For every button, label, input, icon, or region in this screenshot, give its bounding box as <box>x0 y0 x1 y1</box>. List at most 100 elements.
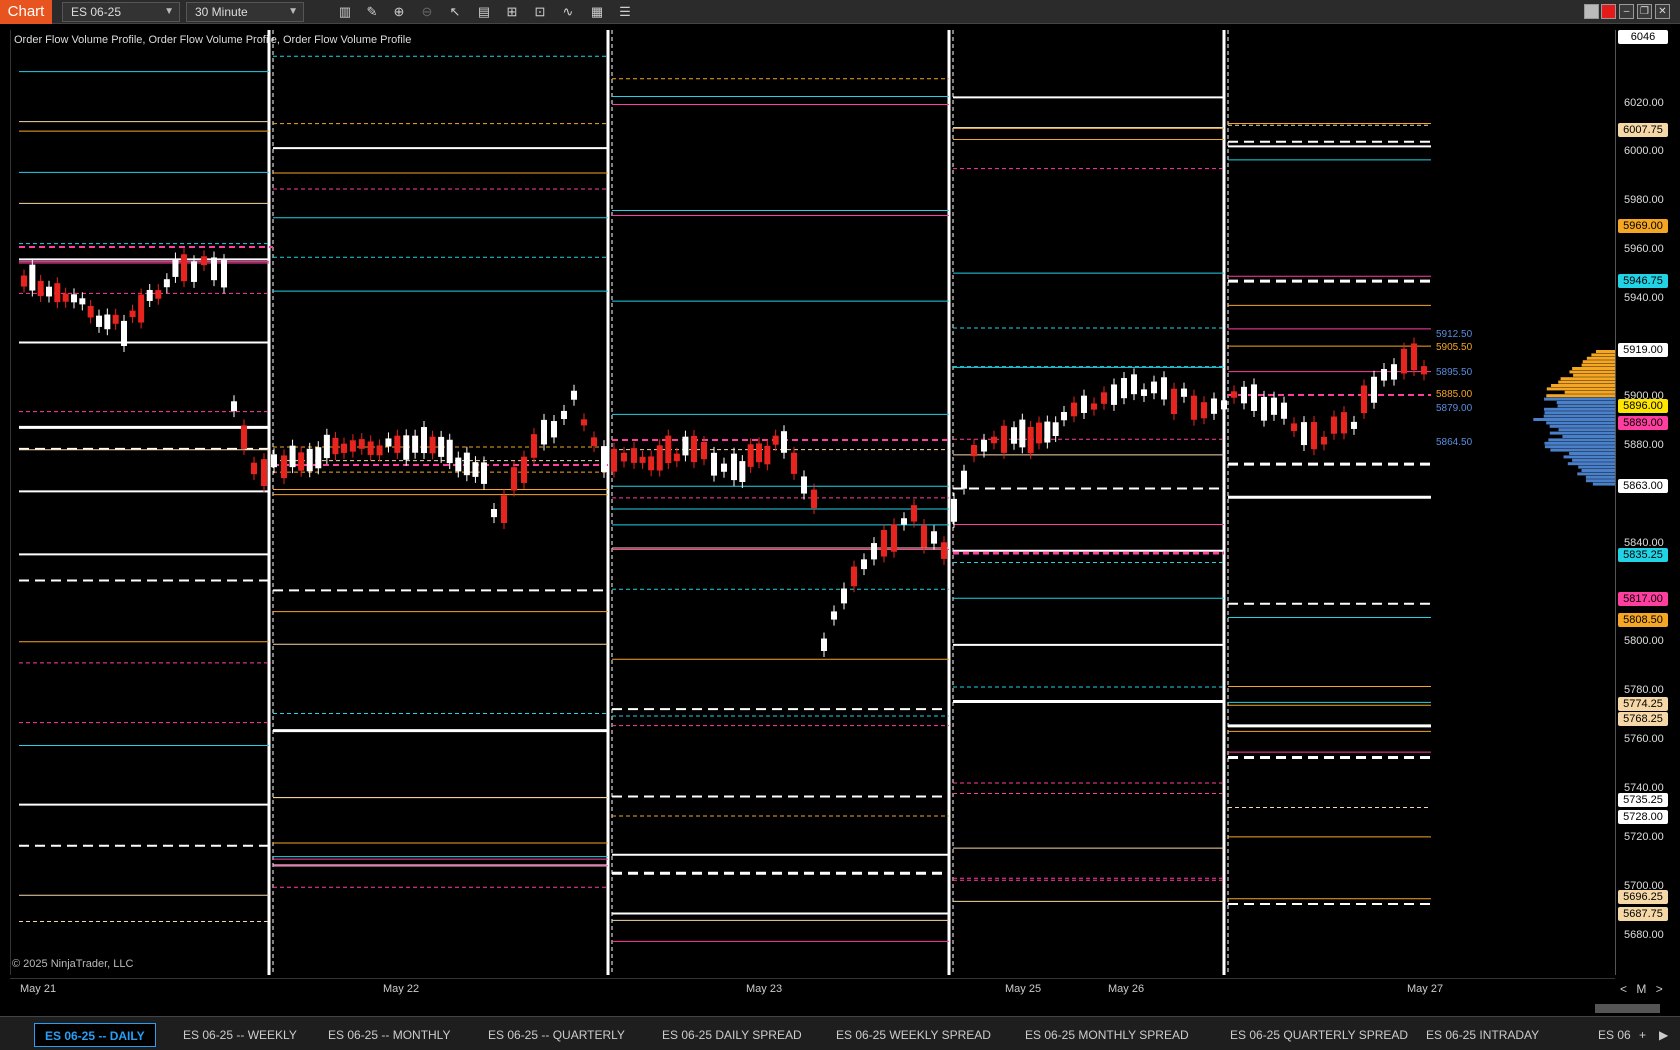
profile-bar <box>1562 435 1616 438</box>
candle-body <box>1261 396 1267 421</box>
link-color-icon[interactable] <box>1601 4 1616 19</box>
chart-plot-area[interactable]: 5912.50 5905.50 5895.50 5885.00 5879.00 5864.… <box>10 30 1616 975</box>
tab-quarterly-spread[interactable]: ES 06-25 QUARTERLY SPREAD <box>1220 1023 1418 1047</box>
profile-bar <box>1581 469 1616 472</box>
candle-body <box>1371 376 1377 403</box>
tab-scroll-right-icon[interactable]: ▶ <box>1655 1023 1672 1047</box>
pointer-icon[interactable]: ↖ <box>446 3 464 21</box>
close-icon[interactable]: ✕ <box>1655 4 1670 19</box>
candle-body <box>621 452 627 462</box>
candle-body <box>1331 416 1337 434</box>
candle-body <box>1011 427 1017 444</box>
candle-body <box>764 445 771 465</box>
candle-body <box>376 445 383 456</box>
candle-body <box>1411 343 1417 371</box>
tab-monthly-spread[interactable]: ES 06-25 MONTHLY SPREAD <box>1015 1023 1199 1047</box>
zoom-prev-button[interactable]: < <box>1620 982 1627 996</box>
candle-body <box>323 434 330 459</box>
candle-body <box>463 452 470 476</box>
price-tick: 6000.00 <box>1624 145 1664 157</box>
candle-body <box>1161 377 1167 400</box>
profile-bar <box>1585 475 1616 479</box>
zoom-controls: < M > <box>1620 982 1663 996</box>
candle-body <box>289 445 296 468</box>
price-badge: 5896.00 <box>1618 399 1668 413</box>
strategies-icon[interactable]: ▦ <box>588 3 606 21</box>
tab-weekly-spread[interactable]: ES 06-25 WEEKLY SPREAD <box>826 1023 1001 1047</box>
indicator-label: Order Flow Volume Profile, Order Flow Vo… <box>14 34 412 46</box>
indicators-icon[interactable]: ∿ <box>559 3 577 21</box>
candle-body <box>438 436 445 457</box>
candle-body <box>1281 402 1287 419</box>
tab-quarterly[interactable]: ES 06-25 -- QUARTERLY <box>478 1023 635 1047</box>
tab-intraday[interactable]: ES 06-25 INTRADAY <box>1416 1023 1549 1047</box>
zoom-in-icon[interactable]: ⊕ <box>390 3 408 21</box>
restore-icon[interactable] <box>1584 4 1599 19</box>
date-label: May 26 <box>1108 983 1145 995</box>
menu-list-icon[interactable]: ☰ <box>616 3 634 21</box>
profile-bar <box>1563 455 1616 459</box>
price-tick: 5720.00 <box>1624 831 1664 843</box>
date-axis[interactable]: May 21 May 22 May 23 May 25 May 26 May 2… <box>10 978 1615 1000</box>
profile-bar <box>1550 448 1616 452</box>
candle-body <box>1071 402 1077 417</box>
candle-body <box>71 294 77 303</box>
candle-body <box>721 463 727 472</box>
candle-body <box>673 453 680 462</box>
tab-daily[interactable]: ES 06-25 -- DAILY <box>34 1023 156 1047</box>
chart-canvas[interactable]: 5912.50 5905.50 5895.50 5885.00 5879.00 5864.… <box>11 30 1616 975</box>
candle-body <box>1341 412 1347 434</box>
instrument-value: ES 06-25 <box>71 5 122 19</box>
candle-body <box>1061 412 1067 421</box>
profile-bar <box>1569 452 1616 455</box>
candle-body <box>1391 364 1397 380</box>
interval-selector[interactable]: 30 Minute ▼ <box>186 2 304 22</box>
tab-daily-spread[interactable]: ES 06-25 DAILY SPREAD <box>652 1023 812 1047</box>
price-tick: 6020.00 <box>1624 97 1664 109</box>
chart-window-label[interactable]: Chart <box>0 0 52 24</box>
bars-type-icon[interactable]: ▥ <box>336 3 354 21</box>
tab-weekly[interactable]: ES 06-25 -- WEEKLY <box>173 1023 307 1047</box>
candle-body <box>921 524 927 548</box>
templates-icon[interactable]: ⊞ <box>503 3 521 21</box>
profile-bar <box>1544 441 1616 445</box>
candle-body <box>1181 388 1187 397</box>
zoom-next-button[interactable]: > <box>1656 982 1663 996</box>
candle-body <box>1044 421 1051 443</box>
candle-body <box>332 437 339 455</box>
candle-body <box>511 467 517 491</box>
draw-tool-icon[interactable]: ✎ <box>363 3 381 21</box>
zoom-out-icon[interactable]: ⊖ <box>418 3 436 21</box>
candle-body <box>1171 388 1177 415</box>
candle-body <box>1201 402 1207 419</box>
candle-body <box>221 260 227 288</box>
profile-bar <box>1573 373 1616 377</box>
candle-body <box>639 456 646 463</box>
candle-body <box>951 498 957 522</box>
price-tick: 5980.00 <box>1624 194 1664 206</box>
candle-body <box>701 441 707 460</box>
scrollbar-thumb[interactable] <box>1595 1004 1660 1013</box>
tab-monthly[interactable]: ES 06-25 -- MONTHLY <box>318 1023 460 1047</box>
tab-es06[interactable]: ES 06 <box>1588 1023 1641 1047</box>
properties-icon[interactable]: ⊡ <box>531 3 549 21</box>
instrument-selector[interactable]: ES 06-25 ▼ <box>62 2 180 22</box>
minimize-icon[interactable]: – <box>1619 4 1634 19</box>
candle-body <box>394 435 401 453</box>
horizontal-scrollbar[interactable] <box>10 1002 1670 1014</box>
date-label: May 21 <box>20 983 57 995</box>
price-badge: 5696.25 <box>1618 890 1668 904</box>
profile-bar <box>1560 377 1616 381</box>
candle-body <box>155 290 162 299</box>
date-label: May 22 <box>383 983 420 995</box>
candle-body <box>1311 422 1317 450</box>
profile-bar <box>1558 380 1616 384</box>
add-tab-button[interactable]: + <box>1635 1023 1650 1047</box>
candle-body <box>1101 392 1107 404</box>
profile-bar <box>1572 458 1616 462</box>
candle-body <box>79 298 86 305</box>
maximize-icon[interactable]: ❐ <box>1637 4 1652 19</box>
zoom-mode-button[interactable]: M <box>1636 982 1646 996</box>
data-box-icon[interactable]: ▤ <box>475 3 493 21</box>
price-axis[interactable]: 6020.00 6000.00 5980.00 5960.00 5940.00 … <box>1615 30 1680 975</box>
